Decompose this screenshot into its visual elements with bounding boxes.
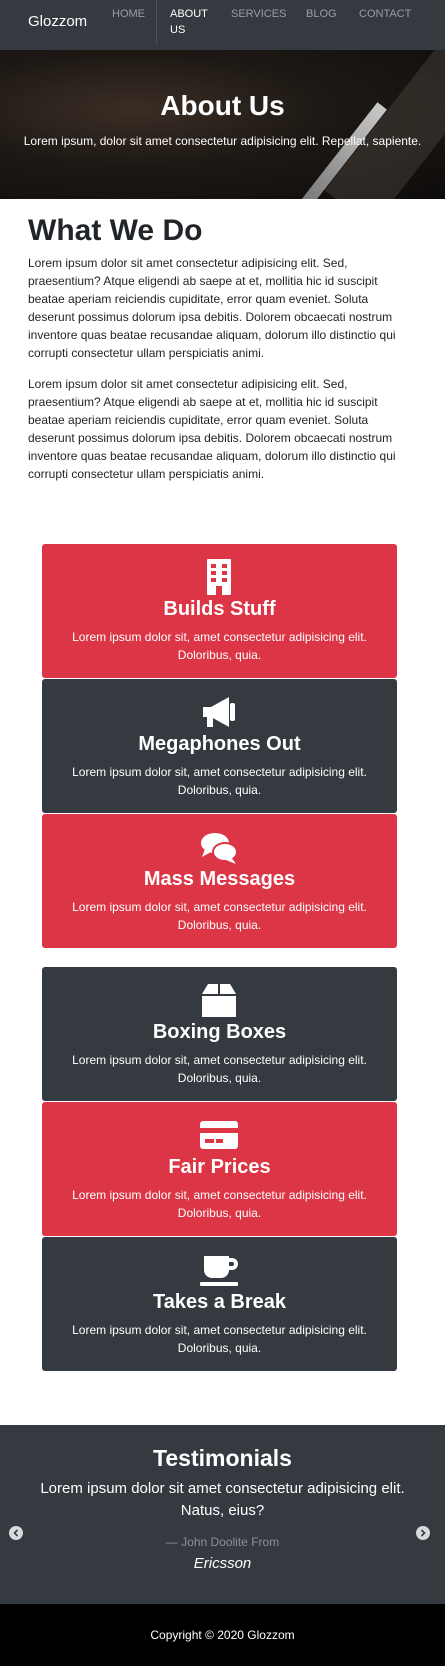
testimonial-company: Ericsson [193, 1555, 252, 1572]
testimonial-quote: Lorem ipsum dolor sit amet consectetur a… [40, 1480, 405, 1519]
feature-title: Builds Stuff [163, 598, 276, 620]
megaphone-icon [203, 697, 235, 727]
feature-title: Megaphones Out [138, 733, 301, 755]
nav-item-blog[interactable]: BLOG [306, 6, 337, 22]
feature-text: Lorem ipsum dolor sit, amet consectetur … [72, 1188, 367, 1220]
credit-card-icon [200, 1121, 238, 1149]
testimonials-section: Testimonials Lorem ipsum dolor sit amet … [0, 1425, 445, 1604]
feature-text: Lorem ipsum dolor sit, amet consectetur … [72, 1323, 367, 1355]
feature-title: Mass Messages [143, 868, 296, 890]
feature-text: Lorem ipsum dolor sit, amet consectetur … [72, 1053, 367, 1085]
about-paragraph: Lorem ipsum dolor sit amet consectetur a… [28, 377, 396, 481]
box-icon [202, 984, 236, 1017]
building-icon [207, 559, 231, 595]
feature-card: Fair Prices Lorem ipsum dolor sit, amet … [42, 1102, 397, 1236]
feature-title: Takes a Break [152, 1291, 287, 1313]
nav-item-contact[interactable]: CONTACT [359, 6, 411, 22]
feature-card: Megaphones Out Lorem ipsum dolor sit, am… [42, 679, 397, 813]
feature-title: Fair Prices [168, 1156, 271, 1178]
comments-icon [201, 833, 238, 864]
about-heading: What We Do [28, 214, 203, 247]
footer: Copyright © 2020 Glozzom [0, 1604, 445, 1666]
page-title: About Us [160, 90, 285, 121]
feature-card: Mass Messages Lorem ipsum dolor sit, ame… [42, 814, 397, 948]
copyright-text: Copyright © 2020 Glozzom [150, 1628, 295, 1642]
chevron-right-icon [420, 1529, 426, 1537]
nav-item-home[interactable]: HOME [112, 6, 145, 22]
feature-card: Builds Stuff Lorem ipsum dolor sit, amet… [42, 544, 397, 678]
feature-title: Boxing Boxes [152, 1021, 287, 1043]
feature-card: Boxing Boxes Lorem ipsum dolor sit, amet… [42, 967, 397, 1101]
nav-item-services[interactable]: SERVICES [231, 6, 286, 22]
testimonials-heading: Testimonials [153, 1445, 292, 1471]
hero-subtitle: Lorem ipsum, dolor sit amet consectetur … [23, 134, 422, 148]
coffee-icon [200, 1256, 238, 1286]
feature-text: Lorem ipsum dolor sit, amet consectetur … [72, 765, 367, 797]
navbar: Glozzom HOME ABOUT US SERVICES BLOG CONT… [0, 0, 445, 50]
nav-divider [156, 0, 157, 44]
about-paragraph: Lorem ipsum dolor sit amet consectetur a… [28, 256, 396, 360]
feature-text: Lorem ipsum dolor sit, amet consectetur … [72, 630, 367, 662]
hero-banner: About Us Lorem ipsum, dolor sit amet con… [0, 50, 445, 199]
nav-item-about-us[interactable]: ABOUT US [170, 6, 220, 38]
hero-background [324, 50, 445, 199]
chevron-left-icon [13, 1529, 19, 1537]
testimonial-author: — John Doolite From [165, 1535, 280, 1549]
carousel-next-button[interactable] [416, 1526, 430, 1540]
brand-logo[interactable]: Glozzom [28, 13, 87, 30]
carousel-prev-button[interactable] [9, 1526, 23, 1540]
feature-text: Lorem ipsum dolor sit, amet consectetur … [72, 900, 367, 932]
feature-card: Takes a Break Lorem ipsum dolor sit, ame… [42, 1237, 397, 1371]
